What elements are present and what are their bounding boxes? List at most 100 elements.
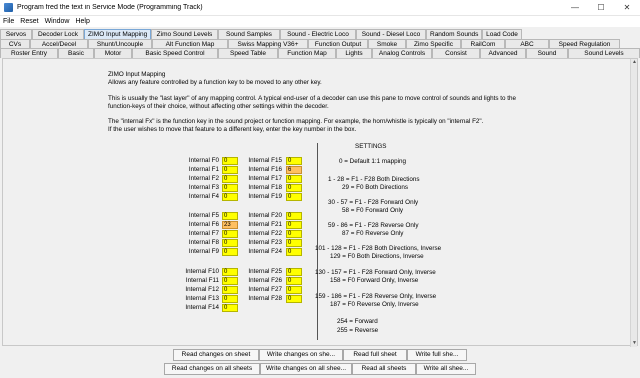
tab-analog-controls[interactable]: Analog Controls xyxy=(372,48,432,58)
setting-line: 255 = Reverse xyxy=(337,327,379,334)
internal-function-left-input[interactable]: 0 xyxy=(222,230,238,238)
internal-function-left-input[interactable]: 0 xyxy=(222,239,238,247)
internal-function-left-label: Internal F6 xyxy=(188,221,219,228)
tab-basic[interactable]: Basic xyxy=(58,48,94,58)
settings-divider xyxy=(317,143,318,340)
tab-sound-electric-loco[interactable]: Sound - Electric Loco xyxy=(280,29,356,39)
internal-function-right-input[interactable]: 0 xyxy=(286,295,302,303)
tab-decoder-lock[interactable]: Decoder Lock xyxy=(32,29,84,39)
internal-function-right-input[interactable]: 0 xyxy=(286,175,302,183)
internal-function-right-label: Internal F17 xyxy=(248,175,282,182)
setting-line: 254 = Forward xyxy=(337,318,378,325)
internal-function-left-label: Internal F8 xyxy=(188,239,219,246)
internal-function-left-label: Internal F9 xyxy=(188,248,219,255)
internal-function-right-input[interactable]: 0 xyxy=(286,212,302,220)
internal-function-left-input[interactable]: 0 xyxy=(222,157,238,165)
internal-function-left-input[interactable]: 0 xyxy=(222,286,238,294)
internal-function-left-input[interactable]: 0 xyxy=(222,212,238,220)
internal-function-left-input[interactable]: 23 xyxy=(222,221,238,229)
internal-function-right-input[interactable]: 0 xyxy=(286,193,302,201)
write-all-sheets-button[interactable]: Write all shee... xyxy=(416,363,476,375)
menu-file[interactable]: File xyxy=(3,18,14,25)
maximize-icon[interactable]: ☐ xyxy=(588,0,614,16)
read-all-sheets-button[interactable]: Read all sheets xyxy=(352,363,416,375)
scroll-up-icon[interactable]: ▲ xyxy=(631,59,638,66)
tab-servos[interactable]: Servos xyxy=(0,29,32,39)
internal-function-right-label: Internal F19 xyxy=(248,193,282,200)
minimize-icon[interactable]: — xyxy=(562,0,588,16)
internal-function-right-label: Internal F26 xyxy=(248,277,282,284)
write-changes-on-all-sheets-button[interactable]: Write changes on all shee... xyxy=(260,363,352,375)
tab-sound-diesel-loco[interactable]: Sound - Diesel Loco xyxy=(356,29,426,39)
tab-sound[interactable]: Sound xyxy=(526,48,568,58)
setting-line: 0 = Default 1:1 mapping xyxy=(339,158,407,165)
internal-function-right-input[interactable]: 0 xyxy=(286,157,302,165)
internal-function-left-input[interactable]: 0 xyxy=(222,248,238,256)
tab-motor[interactable]: Motor xyxy=(94,48,132,58)
internal-function-right-label: Internal F23 xyxy=(248,239,282,246)
setting-line: 158 = F0 Forward Only, Inverse xyxy=(330,277,419,284)
internal-function-right-input[interactable]: 0 xyxy=(286,277,302,285)
tab-function-map[interactable]: Function Map xyxy=(278,48,336,58)
internal-function-right-input[interactable]: 0 xyxy=(286,286,302,294)
tab-sound-samples[interactable]: Sound Samples xyxy=(218,29,280,39)
tab-basic-speed-control[interactable]: Basic Speed Control xyxy=(132,48,218,58)
read-changes-on-sheet-button[interactable]: Read changes on sheet xyxy=(173,349,259,361)
tab-zimo-sound-levels[interactable]: Zimo Sound Levels xyxy=(151,29,218,39)
tab-load-code[interactable]: Load Code xyxy=(482,29,522,39)
all-sheets-button-row: Read changes on all sheets Write changes… xyxy=(0,363,640,375)
title-bar: Program fred the text in Service Mode (P… xyxy=(0,0,640,16)
tab-zimo-input-mapping[interactable]: ZIMO Input Mapping xyxy=(84,29,151,39)
description-line-5: If the user wishes to move that feature … xyxy=(108,126,357,133)
internal-function-right-input[interactable]: 0 xyxy=(286,248,302,256)
setting-line: 129 = F0 Both Directions, Inverse xyxy=(330,253,424,260)
internal-function-left-label: Internal F13 xyxy=(185,295,219,302)
description-line-3: function-keys of their choice, without a… xyxy=(108,103,329,110)
internal-function-right-label: Internal F27 xyxy=(248,286,282,293)
internal-function-left-label: Internal F0 xyxy=(188,157,219,164)
write-changes-on-sheet-button[interactable]: Write changes on she... xyxy=(259,349,343,361)
setting-line: 1 - 28 = F1 - F28 Both Directions xyxy=(328,176,420,183)
internal-function-right-input[interactable]: 0 xyxy=(286,268,302,276)
internal-function-left-label: Internal F7 xyxy=(188,230,219,237)
internal-function-left-input[interactable]: 0 xyxy=(222,295,238,303)
tab-row-3: Roster Entry Basic Motor Basic Speed Con… xyxy=(0,48,640,58)
settings-heading: SETTINGS xyxy=(355,143,387,150)
tab-speed-table[interactable]: Speed Table xyxy=(218,48,278,58)
internal-function-left-input[interactable]: 0 xyxy=(222,304,238,312)
read-full-sheet-button[interactable]: Read full sheet xyxy=(343,349,407,361)
internal-function-right-input[interactable]: 0 xyxy=(286,239,302,247)
tab-consist[interactable]: Consist xyxy=(432,48,480,58)
internal-function-left-label: Internal F4 xyxy=(188,193,219,200)
panel-title: ZIMO Input Mapping xyxy=(108,71,166,78)
menu-window[interactable]: Window xyxy=(45,18,70,25)
setting-line: 187 = F0 Reverse Only, Inverse xyxy=(330,301,419,308)
menu-reset[interactable]: Reset xyxy=(20,18,38,25)
internal-function-left-input[interactable]: 0 xyxy=(222,166,238,174)
internal-function-left-label: Internal F5 xyxy=(188,212,219,219)
tab-lights[interactable]: Lights xyxy=(336,48,372,58)
internal-function-right-input[interactable]: 0 xyxy=(286,221,302,229)
internal-function-right-input[interactable]: 0 xyxy=(286,230,302,238)
scroll-down-icon[interactable]: ▼ xyxy=(631,340,638,347)
internal-function-left-input[interactable]: 0 xyxy=(222,175,238,183)
internal-function-right-label: Internal F16 xyxy=(248,166,282,173)
menu-help[interactable]: Help xyxy=(75,18,89,25)
description-line-4: The "internal Fx" is the function key in… xyxy=(108,118,484,125)
tab-random-sounds[interactable]: Random Sounds xyxy=(426,29,482,39)
close-icon[interactable]: ✕ xyxy=(614,0,640,16)
tab-roster-entry[interactable]: Roster Entry xyxy=(0,48,58,58)
internal-function-right-input[interactable]: 0 xyxy=(286,184,302,192)
internal-function-left-input[interactable]: 0 xyxy=(222,277,238,285)
write-full-sheet-button[interactable]: Write full she... xyxy=(407,349,467,361)
read-changes-on-all-sheets-button[interactable]: Read changes on all sheets xyxy=(164,363,260,375)
internal-function-left-input[interactable]: 0 xyxy=(222,193,238,201)
tab-advanced[interactable]: Advanced xyxy=(480,48,526,58)
internal-function-right-input[interactable]: 6 xyxy=(286,166,302,174)
tab-sound-levels[interactable]: Sound Levels xyxy=(568,48,640,58)
vertical-scrollbar[interactable]: ▲ ▼ xyxy=(630,59,637,347)
internal-function-left-label: Internal F14 xyxy=(185,304,219,311)
internal-function-left-input[interactable]: 0 xyxy=(222,268,238,276)
setting-line: 87 = F0 Reverse Only xyxy=(342,230,404,237)
internal-function-left-input[interactable]: 0 xyxy=(222,184,238,192)
